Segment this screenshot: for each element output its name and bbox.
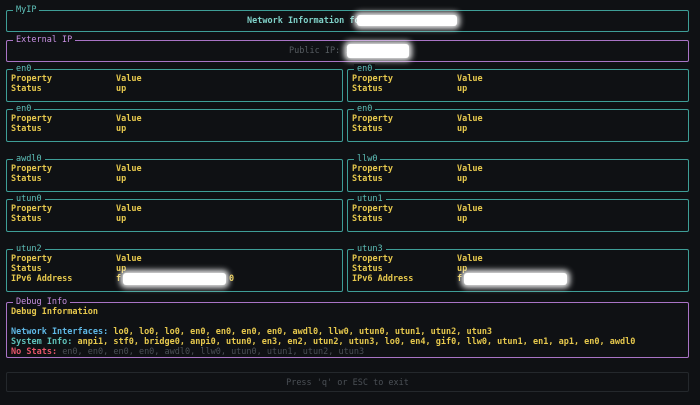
network-info-header: Network Information for [247, 16, 365, 26]
property-value: up [116, 214, 127, 224]
debug-info-panel: Debug Info Debug Information Network Int… [6, 297, 689, 358]
redacted-public-ip [347, 44, 409, 58]
property-key: Status [352, 174, 383, 184]
property-value: Value [116, 74, 142, 84]
property-row: Status up [11, 84, 338, 94]
property-value: f [116, 274, 122, 284]
interface-panel-utun2: utun2 Property Value Status up IPv6 Address f 0 [6, 244, 343, 292]
property-value: f [457, 274, 463, 284]
property-value: up [457, 214, 468, 224]
property-value: Value [116, 254, 142, 264]
myip-title: MyIP [13, 5, 40, 16]
network-interfaces-line: Network Interfaces: lo0, lo0, lo0, en0, … [11, 327, 492, 337]
property-key: Property [11, 164, 52, 174]
property-key: Status [352, 264, 383, 274]
property-key: Property [352, 114, 393, 124]
property-value: Value [457, 164, 483, 174]
property-row: IPv6 Address f [352, 273, 684, 285]
property-row: Property Value [352, 164, 684, 174]
no-stats-value: en0, en0, en0, en0, awdl0, llw0, utun0, … [62, 347, 365, 357]
property-key: Property [11, 254, 52, 264]
external-ip-panel: External IP Public IP: 1 [6, 35, 689, 62]
property-row: Property Value [11, 254, 338, 264]
system-info-label: System Info: [11, 337, 73, 347]
redacted-ipv6 [123, 273, 226, 285]
property-value: Value [116, 114, 142, 124]
property-value: Value [457, 204, 483, 214]
interface-panel-utun1: utun1 Property Value Status up [347, 194, 689, 232]
property-key: Property [352, 254, 393, 264]
property-key: Property [11, 204, 52, 214]
property-row: Property Value [352, 114, 684, 124]
property-row: Status up [352, 124, 684, 134]
property-row: IPv6 Address f 0 [11, 273, 338, 285]
redacted-ipv6 [464, 273, 567, 285]
debug-heading: Debug Information [11, 307, 98, 317]
network-interfaces-value: lo0, lo0, lo0, en0, en0, en0, en0, awdl0… [113, 327, 493, 337]
interface-panel-awdl0: awdl0 Property Value Status up [6, 154, 343, 192]
property-key: Status [11, 264, 42, 274]
ipv6-tail: 0 [229, 274, 235, 284]
property-value: Value [457, 254, 483, 264]
property-key: Status [352, 214, 383, 224]
property-row: Property Value [11, 114, 338, 124]
property-row: Property Value [352, 204, 684, 214]
property-key: IPv6 Address [352, 274, 414, 284]
external-ip-title: External IP [13, 35, 76, 46]
property-row: Status up [11, 174, 338, 184]
property-key: Status [352, 124, 383, 134]
no-stats-label: No Stats: [11, 347, 58, 357]
interface-panel-en0: en0 Property Value Status up [347, 104, 689, 142]
property-row: Status up [352, 174, 684, 184]
property-key: Status [11, 124, 42, 134]
property-value: up [457, 174, 468, 184]
property-value: Value [457, 114, 483, 124]
property-key: IPv6 Address [11, 274, 73, 284]
property-key: Property [11, 114, 52, 124]
property-key: Property [352, 74, 393, 84]
property-value: up [116, 124, 127, 134]
interface-panel-en0: en0 Property Value Status up [347, 64, 689, 102]
interface-panel-utun3: utun3 Property Value Status up IPv6 Address f [347, 244, 689, 292]
property-row: Status up [11, 214, 338, 224]
property-value: up [457, 84, 468, 94]
property-value: Value [457, 74, 483, 84]
property-row: Status up [352, 84, 684, 94]
property-value: Value [116, 204, 142, 214]
property-key: Status [352, 84, 383, 94]
myip-panel: MyIP Network Information for [6, 5, 689, 32]
property-row: Property Value [352, 74, 684, 84]
property-row: Property Value [11, 204, 338, 214]
public-ip-label: Public IP: [289, 46, 341, 56]
interface-panel-en0: en0 Property Value Status up [6, 64, 343, 102]
property-key: Property [352, 204, 393, 214]
interface-panel-en0: en0 Property Value Status up [6, 104, 343, 142]
property-value: up [116, 174, 127, 184]
property-row: Status up [11, 124, 338, 134]
property-row: Property Value [11, 164, 338, 174]
property-key: Property [352, 164, 393, 174]
exit-hint: Press 'q' or ESC to exit [286, 378, 409, 388]
property-key: Status [11, 174, 42, 184]
no-stats-line: No Stats: en0, en0, en0, en0, awdl0, llw… [11, 347, 364, 357]
network-interfaces-label: Network Interfaces: [11, 327, 109, 337]
exit-hint-bar: Press 'q' or ESC to exit [6, 372, 689, 392]
system-info-value: anpi1, stf0, bridge0, anpi0, utun0, en3,… [77, 337, 636, 347]
property-row: Property Value [352, 254, 684, 264]
property-value: Value [116, 164, 142, 174]
property-row: Property Value [11, 74, 338, 84]
public-ip-text: Public IP: 1 [289, 46, 350, 56]
interface-panel-utun0: utun0 Property Value Status up [6, 194, 343, 232]
system-info-line: System Info: anpi1, stf0, bridge0, anpi0… [11, 337, 635, 347]
interface-panel-llw0: llw0 Property Value Status up [347, 154, 689, 192]
redacted-hostname [357, 15, 457, 26]
property-key: Property [11, 74, 52, 84]
property-row: Status up [352, 214, 684, 224]
property-key: Status [11, 84, 42, 94]
property-value: up [116, 84, 127, 94]
property-key: Status [11, 214, 42, 224]
property-value: up [457, 124, 468, 134]
